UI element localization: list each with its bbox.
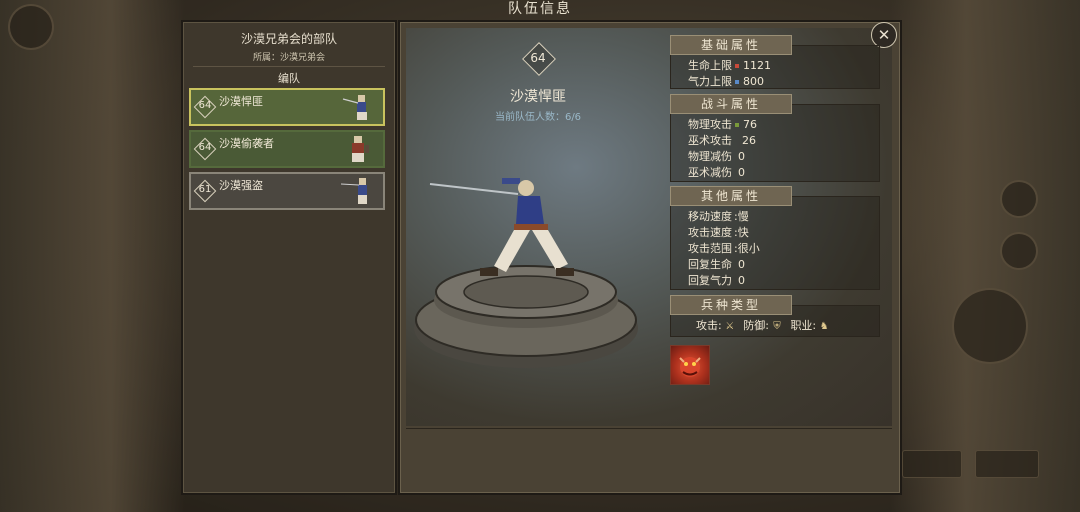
divider <box>193 66 385 67</box>
other-attr-header: 其他属性 <box>670 186 792 206</box>
hud-attack-button <box>952 288 1028 364</box>
magic-attack-stat: 巫术攻击 26 <box>688 134 756 147</box>
robber-portrait-icon <box>341 178 367 204</box>
level-badge: 64 <box>193 137 217 161</box>
attack-speed-stat: 攻击速度:快 <box>688 226 749 239</box>
hp-swatch <box>735 64 739 68</box>
combat-attr-header: 战斗属性 <box>670 94 792 114</box>
background-right <box>890 0 1080 512</box>
unit-list: 64 沙漠悍匪 64 沙漠偷袭者 61 沙漠强盗 <box>189 88 385 214</box>
level-badge: 64 <box>193 95 217 119</box>
unit-level-badge: 64 <box>522 42 556 76</box>
phys-reduction-stat: 物理减伤 0 <box>688 150 745 163</box>
unit-row[interactable]: 61 沙漠强盗 <box>189 172 385 210</box>
attack-range-stat: 攻击范围:很小 <box>688 242 760 255</box>
bottom-strip <box>406 428 892 487</box>
background-left <box>0 0 185 512</box>
hp-stat: 生命上限 1121 <box>688 59 771 72</box>
hud-bottom-button <box>902 450 962 478</box>
close-x-icon: ✕ <box>877 26 891 44</box>
move-speed-stat: 移动速度:慢 <box>688 210 749 223</box>
hud-round-button <box>1000 180 1038 218</box>
unit-title: 沙漠悍匪 <box>510 89 566 105</box>
hud-round-button <box>1000 232 1038 270</box>
bandit-icon[interactable]: ♞ <box>818 321 830 332</box>
troop-name: 沙漠兄弟会的部队 <box>240 32 337 46</box>
level-badge: 61 <box>193 179 217 203</box>
group-label: 编队 <box>278 72 300 85</box>
unit-name: 沙漠悍匪 <box>219 95 263 108</box>
magic-reduction-stat: 巫术减伤 0 <box>688 166 745 179</box>
raider-portrait-icon <box>352 136 369 162</box>
window-title: 队伍信息 <box>508 1 572 17</box>
qi-stat: 气力上限 800 <box>688 75 764 88</box>
unit-name: 沙漠偷袭者 <box>219 137 274 150</box>
troop-belong: 所属：沙漠兄弟会 <box>252 53 325 63</box>
troop-type-row: 攻击: ⚔ 防御: ⛨ 职业: ♞ <box>696 319 830 332</box>
basic-attr-header: 基础属性 <box>670 35 792 55</box>
unit-row-selected[interactable]: 64 沙漠悍匪 <box>189 88 385 126</box>
phys-attack-stat: 物理攻击 76 <box>688 118 757 131</box>
red-demon-skill-icon[interactable] <box>670 345 710 385</box>
qi-swatch <box>735 80 739 84</box>
shield-icon[interactable]: ⛨ <box>771 321 783 332</box>
qi-regen-stat: 回复气力 0 <box>688 274 745 287</box>
sword-icon[interactable]: ⚔ <box>724 321 736 332</box>
team-count: 当前队伍人数：6/6 <box>494 112 582 123</box>
unit-row[interactable]: 64 沙漠偷袭者 <box>189 130 385 168</box>
hp-regen-stat: 回复生命 0 <box>688 258 745 271</box>
troop-type-header: 兵种类型 <box>670 295 792 315</box>
troop-list-panel: 沙漠兄弟会的部队 所属：沙漠兄弟会 编队 64 沙漠悍匪 64 沙漠偷袭者 61… <box>181 20 397 495</box>
hud-bottom-button <box>975 450 1039 478</box>
unit-name: 沙漠强盗 <box>219 179 263 192</box>
bandit-portrait-icon <box>342 95 367 120</box>
